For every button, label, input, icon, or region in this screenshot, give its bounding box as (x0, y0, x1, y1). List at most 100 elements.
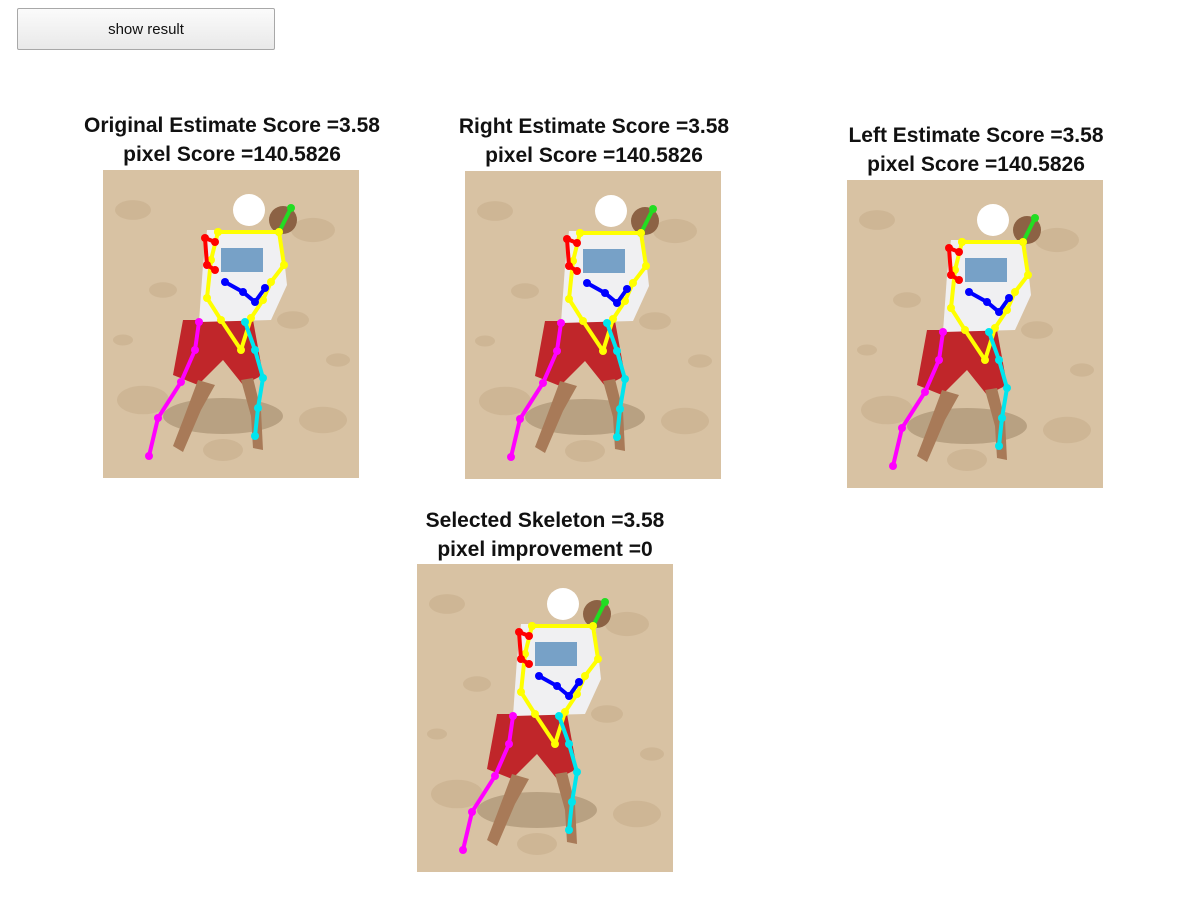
skeleton-joint (1031, 214, 1039, 222)
show-result-button[interactable]: show result (17, 8, 275, 50)
skeleton-joint (539, 379, 547, 387)
skeleton-joint (594, 655, 602, 663)
skeleton-joint (201, 234, 209, 242)
sand-texture (299, 406, 347, 434)
skeleton-joint (955, 248, 963, 256)
skeleton-joint (491, 772, 499, 780)
skeleton-joint (203, 294, 211, 302)
skeleton-joint (261, 284, 269, 292)
skeleton-joint (525, 632, 533, 640)
skeleton-joint (576, 229, 584, 237)
sand-texture (113, 334, 133, 346)
panel-original-title-line2: pixel Score =140.5826 (123, 143, 341, 166)
skeleton-joint (649, 205, 657, 213)
skeleton-joint (251, 298, 259, 306)
skeleton-joint (517, 655, 525, 663)
shirt-number (583, 249, 625, 273)
skeleton-joint (603, 319, 611, 327)
sand-texture (326, 353, 350, 367)
skeleton-joint (211, 238, 219, 246)
skeleton-joint (601, 598, 609, 606)
skeleton-joint (995, 356, 1003, 364)
skeleton-joint (565, 295, 573, 303)
skeleton-joint (191, 346, 199, 354)
sand-texture (688, 354, 712, 368)
white-cap (595, 195, 627, 227)
skeleton-joint (579, 317, 587, 325)
skeleton-joint (507, 453, 515, 461)
skeleton-joint (551, 740, 559, 748)
skeleton-joint (985, 328, 993, 336)
skeleton-joint (947, 304, 955, 312)
skeleton-joint (525, 660, 533, 668)
skeleton-joint (528, 622, 536, 630)
skeleton-joint (601, 289, 609, 297)
panel-original-image (103, 170, 359, 478)
panel-right-title-line2: pixel Score =140.5826 (485, 144, 703, 167)
skeleton-joint (983, 298, 991, 306)
skeleton-joint (616, 405, 624, 413)
sand-texture (203, 439, 243, 461)
panel-left-title: Left Estimate Score =3.58 pixel Score =1… (786, 121, 1166, 179)
panel-original-title-line1: Original Estimate Score =3.58 (84, 114, 380, 137)
skeleton-joint (568, 798, 576, 806)
skeleton-joint (557, 319, 565, 327)
skeleton-joint (280, 261, 288, 269)
skeleton-joint (629, 279, 637, 287)
skeleton-joint (573, 267, 581, 275)
skeleton-joint (921, 388, 929, 396)
skeleton-joint (565, 262, 573, 270)
sand-texture (640, 747, 664, 761)
shirt-number (221, 248, 263, 272)
skeleton-joint (1003, 384, 1011, 392)
sand-texture (653, 218, 697, 244)
skeleton-joint (935, 356, 943, 364)
skeleton-joint (637, 229, 645, 237)
skeleton-joint (516, 415, 524, 423)
skeleton-joint (621, 375, 629, 383)
sand-texture (613, 800, 661, 828)
sand-texture (859, 210, 895, 230)
skeleton-joint (531, 710, 539, 718)
white-cap (547, 588, 579, 620)
panel-selected-title: Selected Skeleton =3.58 pixel improvemen… (355, 506, 735, 564)
skeleton-joint (623, 285, 631, 293)
skeleton-joint (1011, 288, 1019, 296)
shirt-number (535, 642, 577, 666)
panel-selected-title-line2: pixel improvement =0 (437, 538, 653, 561)
skeleton-joint (214, 228, 222, 236)
sand-texture (517, 833, 557, 855)
skeleton-joint (939, 328, 947, 336)
skeleton-joint (515, 628, 523, 636)
skeleton-joint (565, 740, 573, 748)
skeleton-joint (254, 404, 262, 412)
sand-texture (291, 217, 335, 243)
skeleton-joint (613, 299, 621, 307)
skeleton-joint (211, 266, 219, 274)
skeleton-joint (642, 262, 650, 270)
sand-texture (1035, 227, 1079, 253)
sand-texture (429, 594, 465, 614)
skeleton-joint (267, 278, 275, 286)
skeleton-joint (583, 279, 591, 287)
skeleton-joint (468, 808, 476, 816)
sand-texture (511, 283, 539, 299)
sand-texture (639, 312, 671, 330)
skeleton-joint (589, 622, 597, 630)
sand-texture (477, 201, 513, 221)
sand-texture (475, 335, 495, 347)
skeleton-joint (958, 238, 966, 246)
white-cap (233, 194, 265, 226)
skeleton-joint (241, 318, 249, 326)
skeleton-joint (259, 374, 267, 382)
skeleton-joint (575, 678, 583, 686)
skeleton-joint (981, 356, 989, 364)
panel-right-image (465, 171, 721, 479)
skeleton-joint (573, 768, 581, 776)
skeleton-joint (965, 288, 973, 296)
panel-left-image (847, 180, 1103, 488)
skeleton-joint (599, 347, 607, 355)
skeleton-joint (613, 433, 621, 441)
skeleton-joint (995, 308, 1003, 316)
skeleton-joint (239, 288, 247, 296)
